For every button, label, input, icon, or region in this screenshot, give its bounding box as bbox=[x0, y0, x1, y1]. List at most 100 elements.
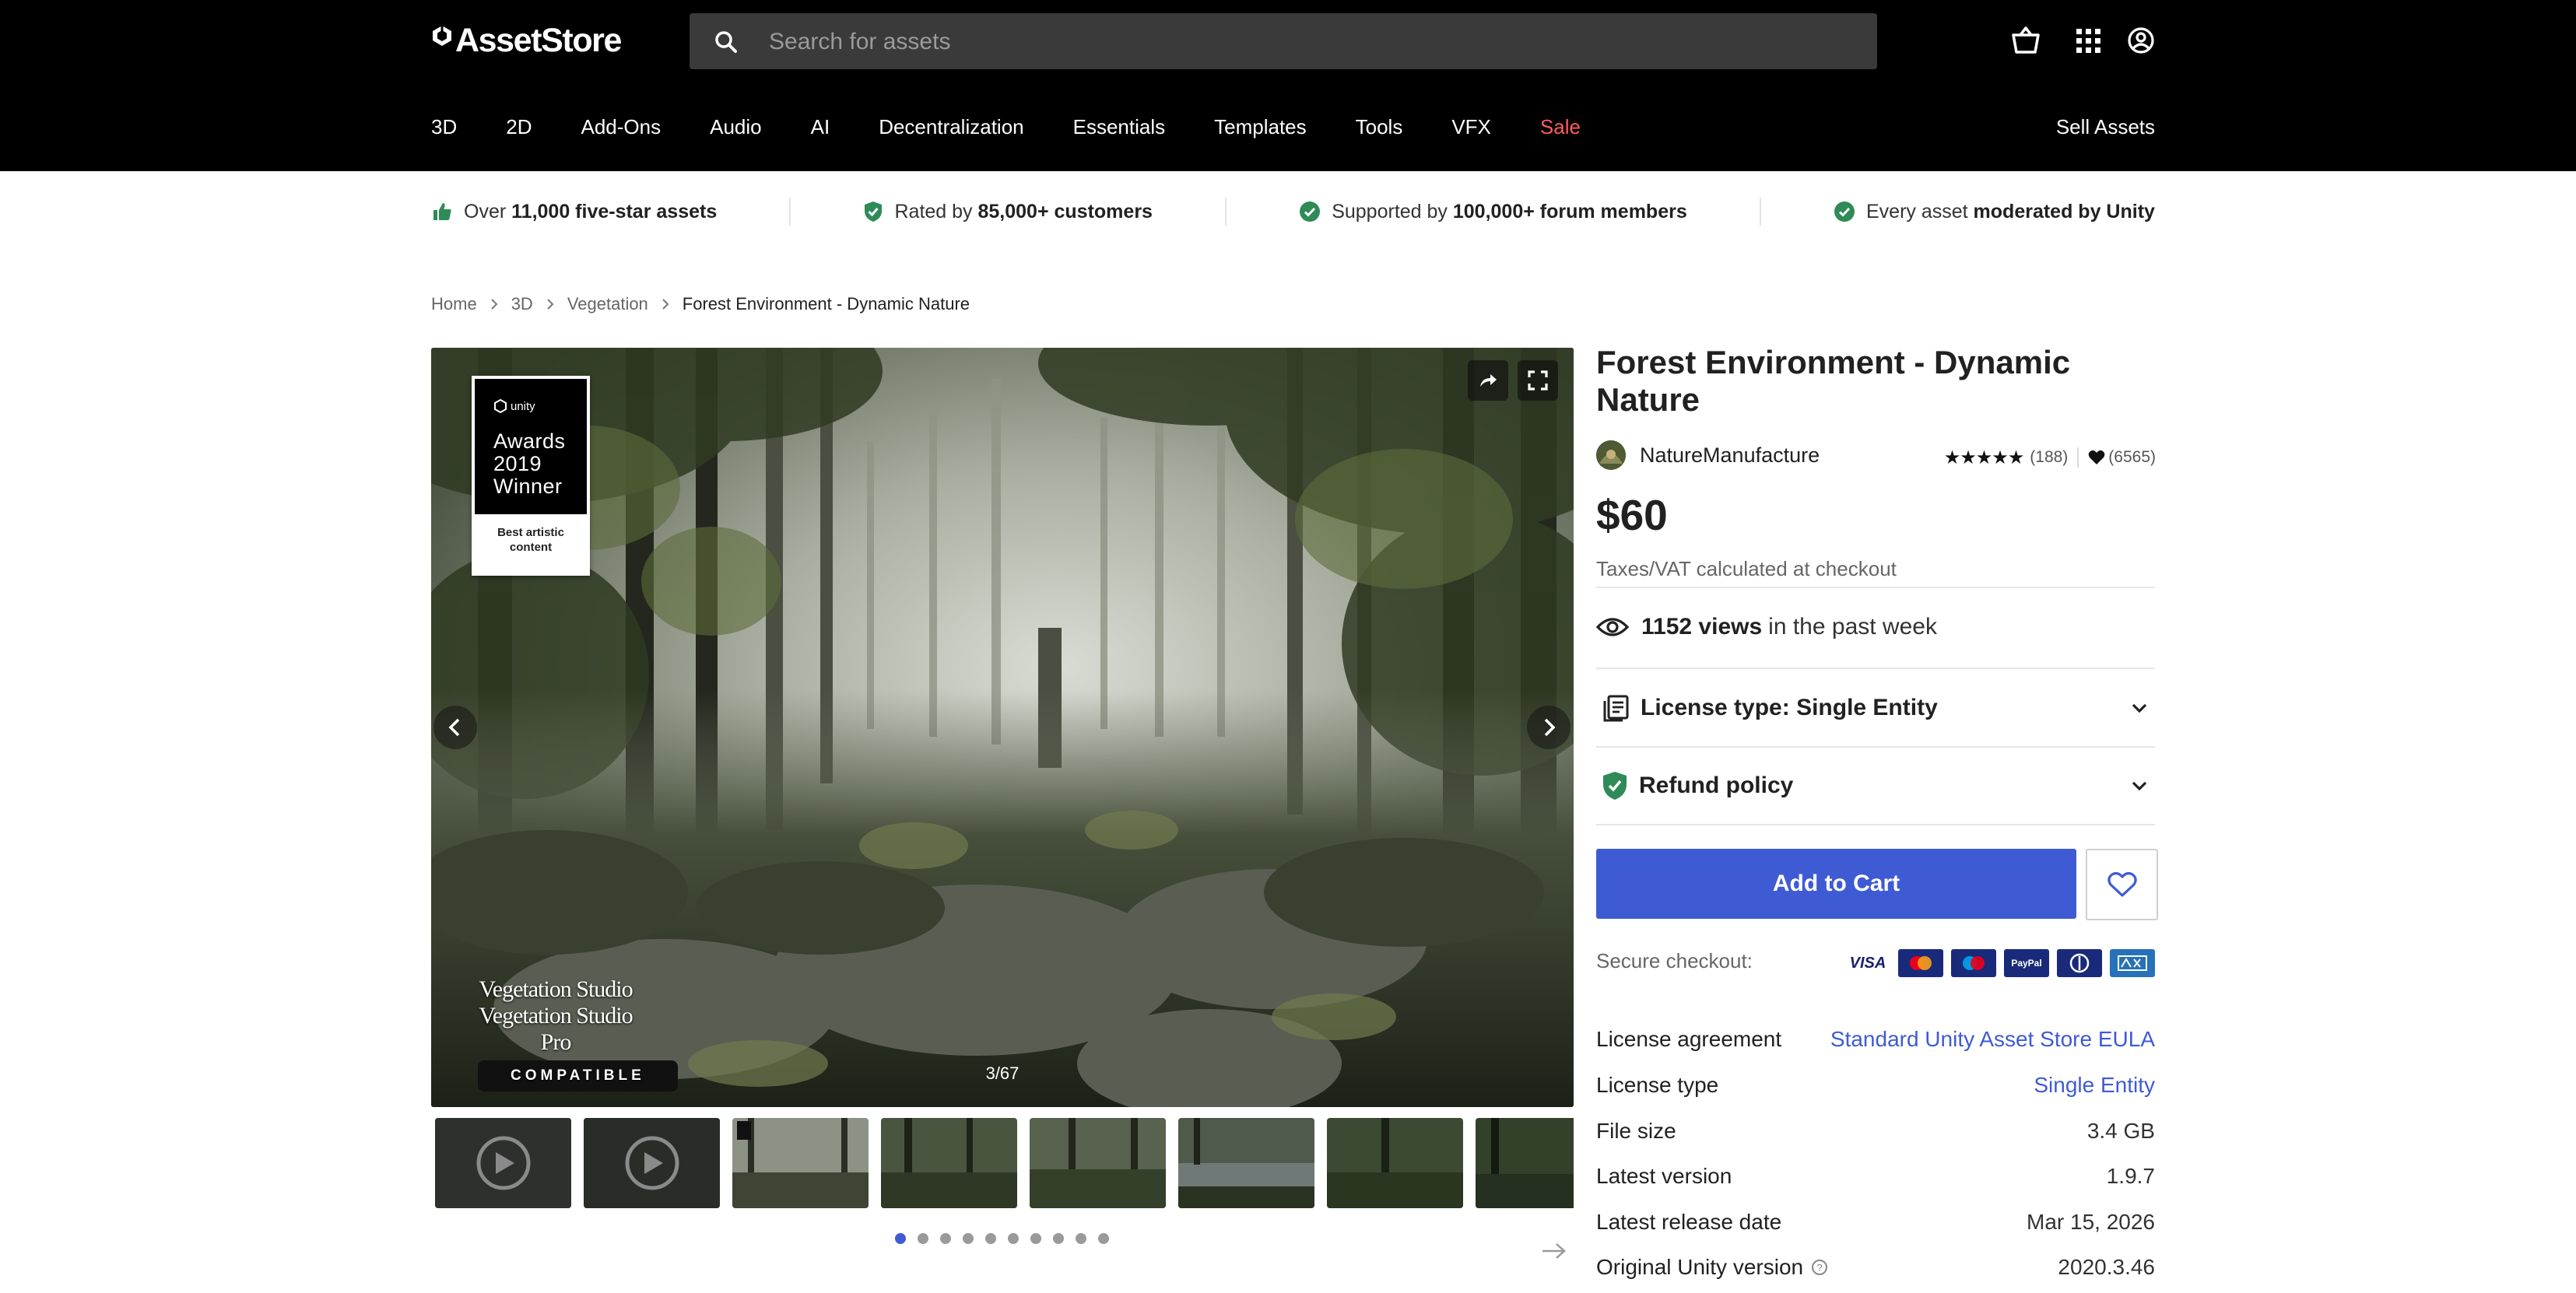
detail-label: License type bbox=[1596, 1073, 1719, 1097]
nav-2d[interactable]: 2D bbox=[506, 115, 532, 139]
detail-row-license-agreement: License agreement Standard Unity Asset S… bbox=[1596, 1024, 2155, 1055]
cart-icon[interactable] bbox=[2009, 24, 2042, 57]
thumbnail-image-8[interactable] bbox=[1476, 1118, 1574, 1208]
nav-audio[interactable]: Audio bbox=[710, 115, 762, 139]
thumbnail-image-4[interactable] bbox=[881, 1118, 1017, 1208]
fullscreen-icon bbox=[1528, 370, 1548, 391]
award-line: Winner bbox=[493, 475, 563, 498]
account-icon[interactable] bbox=[2125, 24, 2157, 57]
chevron-right-icon bbox=[662, 299, 669, 310]
license-accordion-label: License type: Single Entity bbox=[1641, 695, 1938, 720]
license-type-accordion[interactable]: License type: Single Entity bbox=[1602, 689, 2155, 727]
license-agreement-link[interactable]: Standard Unity Asset Store EULA bbox=[1830, 1027, 2155, 1052]
breadcrumb-home[interactable]: Home bbox=[431, 294, 477, 314]
chevron-down-icon bbox=[2132, 703, 2147, 713]
thumbnail-video-1[interactable] bbox=[435, 1118, 571, 1208]
award-badge: unity Awards 2019 Winner Best artistic c… bbox=[472, 376, 590, 576]
license-type-link[interactable]: Single Entity bbox=[2034, 1073, 2155, 1098]
detail-row-file-size: File size 3.4 GB bbox=[1596, 1116, 2155, 1147]
product-title: Forest Environment - Dynamic Nature bbox=[1596, 344, 2071, 418]
next-image-button[interactable] bbox=[1527, 706, 1571, 749]
publisher[interactable]: NatureManufacture bbox=[1596, 440, 1820, 471]
detail-label: Original Unity version bbox=[1596, 1255, 1804, 1279]
paypal-icon: PayPal bbox=[2004, 949, 2049, 977]
svg-text:?: ? bbox=[1816, 1262, 1822, 1274]
detail-value: 1.9.7 bbox=[2106, 1164, 2155, 1188]
visa-icon: VISA bbox=[1845, 949, 1890, 977]
refund-policy-accordion[interactable]: Refund policy bbox=[1602, 767, 2155, 804]
detail-row-unity-version: Original Unity version ? 2020.3.46 bbox=[1596, 1252, 2155, 1283]
fullscreen-button[interactable] bbox=[1518, 360, 1558, 401]
chevron-left-icon bbox=[448, 718, 460, 737]
trust-bold: 85,000+ customers bbox=[977, 200, 1153, 223]
carousel-dot-active[interactable] bbox=[895, 1233, 906, 1244]
thumbnail-image-5[interactable] bbox=[1030, 1118, 1166, 1208]
nav-sale[interactable]: Sale bbox=[1540, 115, 1581, 139]
carousel-dot[interactable] bbox=[918, 1233, 928, 1244]
carousel-pagination bbox=[895, 1233, 1109, 1244]
eye-icon bbox=[1596, 618, 1629, 636]
search-bar bbox=[690, 13, 1877, 71]
breadcrumb-3d[interactable]: 3D bbox=[511, 294, 533, 314]
carousel-dot[interactable] bbox=[940, 1233, 951, 1244]
american-express-icon bbox=[2110, 949, 2155, 977]
nav-3d[interactable]: 3D bbox=[431, 115, 457, 139]
divider bbox=[1225, 198, 1227, 226]
carousel-dot[interactable] bbox=[963, 1233, 974, 1244]
trust-bold: moderated by Unity bbox=[1973, 200, 2155, 223]
nav-add-ons[interactable]: Add-Ons bbox=[581, 115, 662, 139]
breadcrumb-vegetation[interactable]: Vegetation bbox=[567, 294, 648, 314]
thumbnail-video-2[interactable] bbox=[584, 1118, 720, 1208]
nav-vfx[interactable]: VFX bbox=[1451, 115, 1491, 139]
chevron-right-icon bbox=[547, 299, 554, 310]
carousel-dot[interactable] bbox=[985, 1233, 996, 1244]
nav-essentials[interactable]: Essentials bbox=[1073, 115, 1166, 139]
carousel-dot[interactable] bbox=[1053, 1233, 1064, 1244]
nav-templates[interactable]: Templates bbox=[1214, 115, 1307, 139]
heart-icon[interactable] bbox=[2088, 450, 2105, 465]
apps-grid-icon[interactable] bbox=[2072, 24, 2104, 57]
badge-line: Vegetation Studio Pro bbox=[479, 1003, 633, 1055]
carousel-dot[interactable] bbox=[1030, 1233, 1041, 1244]
wishlist-button[interactable] bbox=[2086, 849, 2158, 920]
trust-bold: 100,000+ forum members bbox=[1452, 200, 1687, 223]
divider bbox=[789, 198, 791, 226]
views-count: 1152 views bbox=[1641, 614, 1763, 639]
carousel-dot[interactable] bbox=[1076, 1233, 1086, 1244]
help-icon[interactable]: ? bbox=[1811, 1259, 1828, 1276]
star-rating-icon[interactable]: ★★★★★ bbox=[1944, 447, 2025, 469]
award-category-line: content bbox=[509, 541, 553, 554]
award-badge-dark-panel: unity Awards 2019 Winner bbox=[475, 379, 587, 514]
thumbnail-picture bbox=[1030, 1118, 1166, 1208]
license-document-icon bbox=[1603, 695, 1629, 722]
review-count[interactable]: (188) bbox=[2030, 448, 2068, 467]
carousel-dot[interactable] bbox=[1098, 1233, 1109, 1244]
sell-assets-link[interactable]: Sell Assets bbox=[2056, 111, 2155, 142]
thumbnail-image-3[interactable] bbox=[732, 1118, 869, 1208]
thumbnail-image-6[interactable] bbox=[1178, 1118, 1314, 1208]
main-image-viewer[interactable]: unity Awards 2019 Winner Best artistic c… bbox=[431, 348, 1574, 1107]
tax-note: Taxes/VAT calculated at checkout bbox=[1596, 557, 1897, 580]
shield-check-icon bbox=[1603, 772, 1627, 800]
publisher-name[interactable]: NatureManufacture bbox=[1640, 443, 1820, 468]
nav-ai[interactable]: AI bbox=[811, 115, 830, 139]
search-icon[interactable] bbox=[713, 29, 739, 55]
arrow-right-icon[interactable] bbox=[1541, 1242, 1567, 1260]
rating-summary: ★★★★★ (188) (6565) bbox=[1944, 444, 2156, 471]
asset-store-logo[interactable]: AssetStore bbox=[431, 22, 622, 59]
nav-decentralization[interactable]: Decentralization bbox=[879, 115, 1023, 139]
nav-tools[interactable]: Tools bbox=[1356, 115, 1403, 139]
previous-image-button[interactable] bbox=[433, 706, 477, 749]
video-play-icon bbox=[584, 1118, 720, 1208]
publisher-avatar bbox=[1596, 440, 1626, 470]
carousel-dot[interactable] bbox=[1008, 1233, 1019, 1244]
unity-logo-icon bbox=[494, 399, 507, 413]
trust-item-customers: Rated by 85,000+ customers bbox=[863, 200, 1153, 223]
detail-value: 2020.3.46 bbox=[2058, 1255, 2155, 1279]
maestro-icon bbox=[1951, 949, 1996, 977]
share-button[interactable] bbox=[1468, 360, 1508, 401]
thumbnail-image-7[interactable] bbox=[1327, 1118, 1463, 1208]
award-brand: unity bbox=[493, 399, 535, 413]
add-to-cart-button[interactable]: Add to Cart bbox=[1596, 849, 2076, 919]
search-input[interactable] bbox=[767, 13, 1844, 71]
